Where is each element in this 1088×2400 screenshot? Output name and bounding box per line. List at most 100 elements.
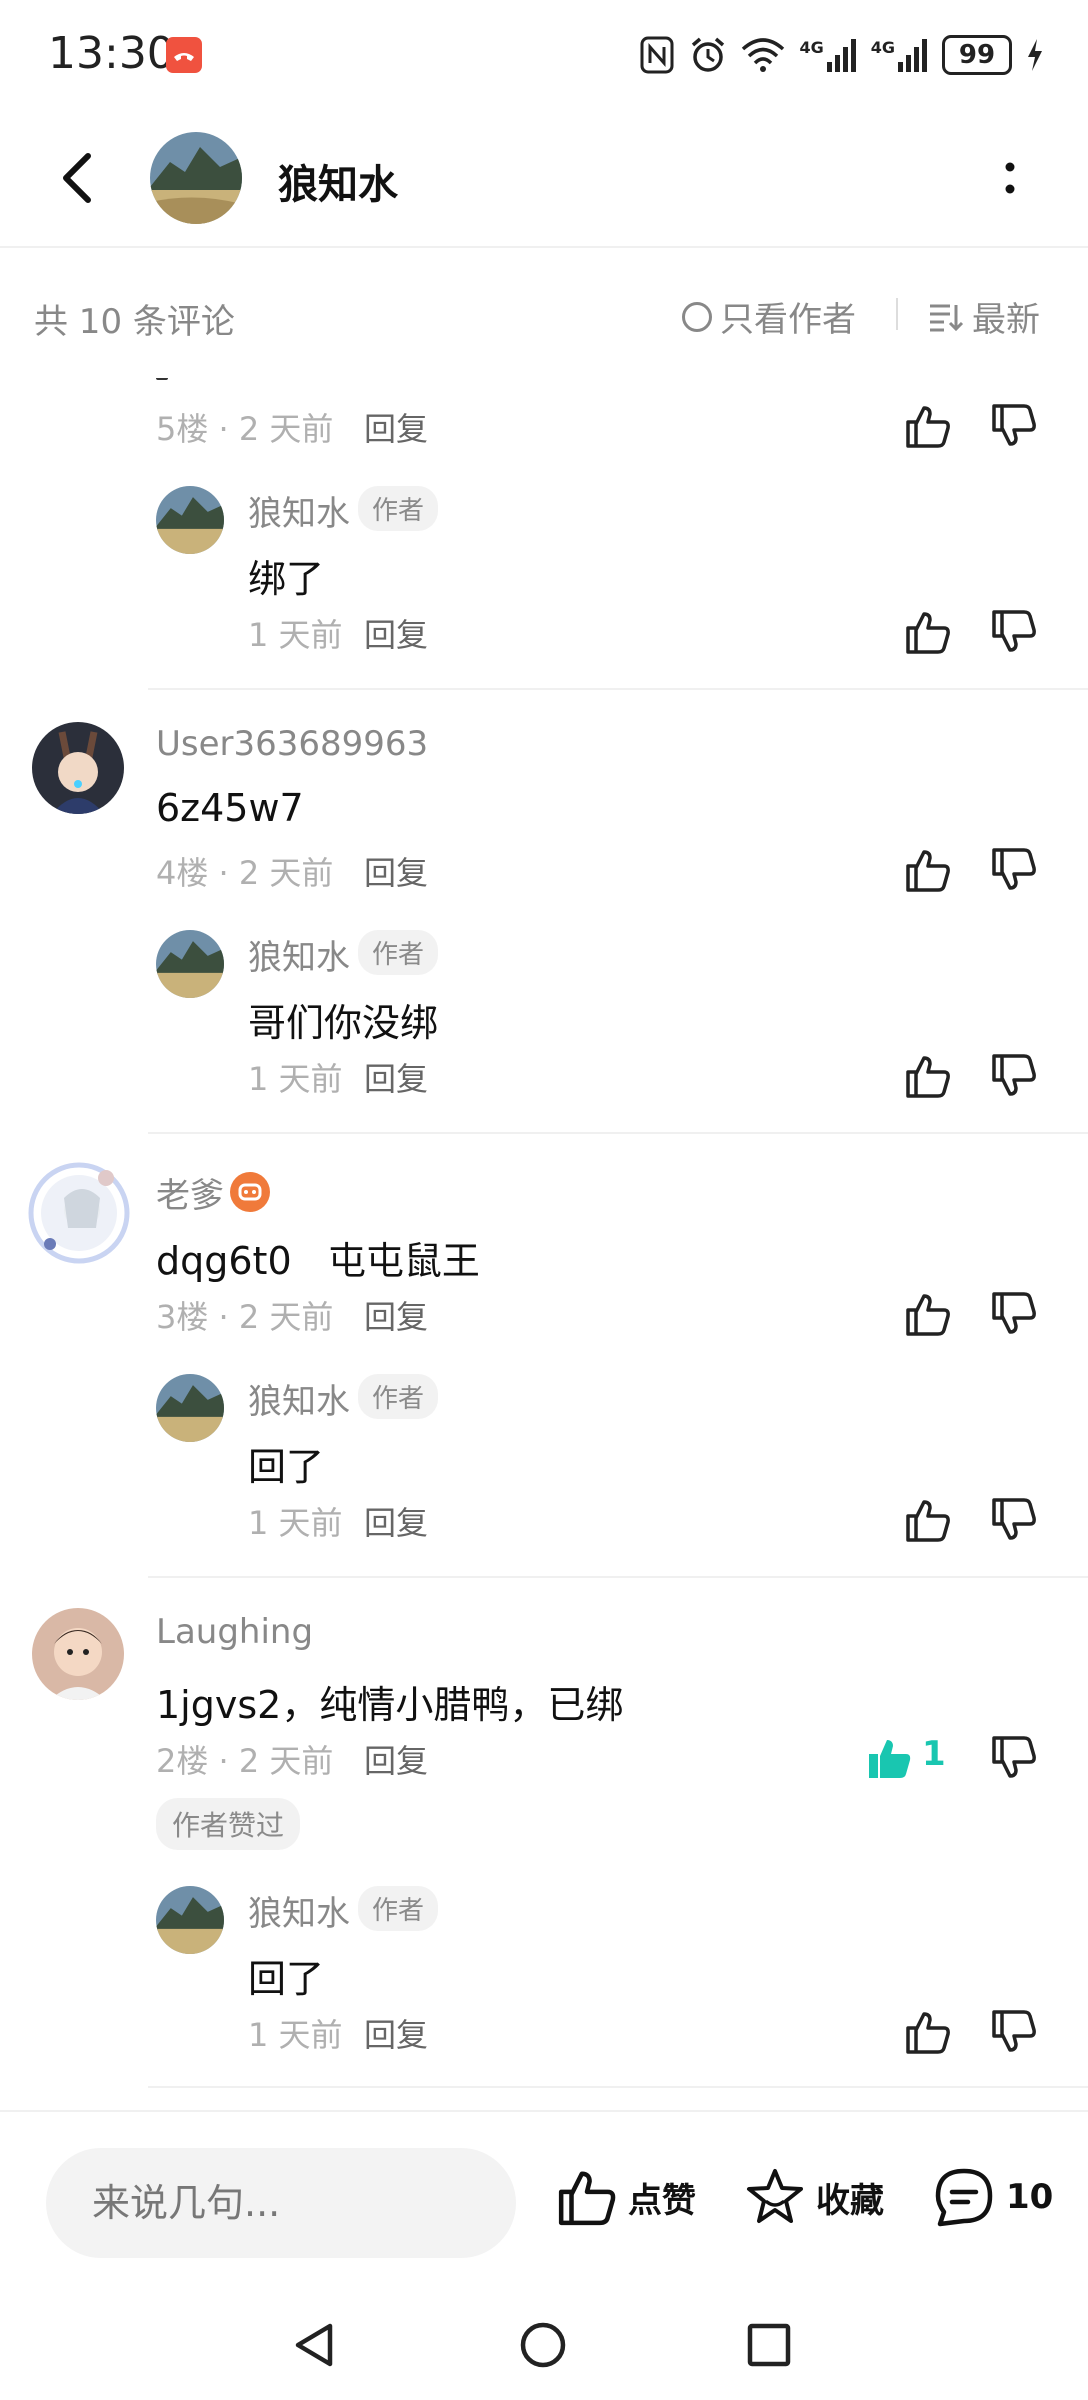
comment-text: 6z45w7	[156, 786, 304, 830]
commenter-name[interactable]: Laughing	[156, 1612, 313, 1652]
comment-meta: 5楼 · 2 天前	[156, 410, 334, 448]
reply-avatar[interactable]	[156, 930, 224, 998]
system-nav-bar	[0, 2290, 1088, 2400]
author-tag: 作者	[358, 930, 439, 975]
comment-meta: 3楼 · 2 天前	[156, 1298, 334, 1336]
reply-time: 1 天前	[248, 1504, 343, 1542]
thumb-down-icon	[992, 2010, 1036, 2052]
commenter-name[interactable]: 老爹	[156, 1168, 224, 1217]
reply-button[interactable]: 回复	[364, 2010, 428, 2056]
comment-filter-bar: 共 10 条评论 只看作者 最新	[0, 248, 1088, 378]
alarm-icon	[692, 37, 725, 72]
signal-bars-icon	[826, 39, 856, 72]
author-avatar[interactable]	[150, 132, 242, 224]
reply-avatar[interactable]	[156, 1886, 224, 1954]
dislike-button[interactable]	[990, 846, 1038, 894]
dislike-button[interactable]	[990, 608, 1038, 656]
comment-input[interactable]: 来说几句...	[46, 2148, 516, 2258]
author-only-label: 只看作者	[720, 300, 856, 340]
status-icons: 4G 4G 99	[639, 30, 1044, 80]
reply-button[interactable]: 回复	[364, 848, 428, 894]
comment-divider	[148, 2086, 1088, 2088]
reply-avatar[interactable]	[156, 486, 224, 554]
like-post-button[interactable]: 点赞	[556, 2166, 696, 2228]
back-button[interactable]	[50, 148, 110, 208]
dislike-button[interactable]	[990, 1496, 1038, 1544]
comment-meta: 2楼 · 2 天前	[156, 1742, 334, 1780]
like-button[interactable]	[904, 2008, 952, 2056]
like-button-active[interactable]	[866, 1734, 914, 1782]
dislike-button[interactable]	[990, 1052, 1038, 1100]
author-tag: 作者	[358, 486, 439, 531]
bottom-action-bar: 来说几句... 点赞 收藏 10	[0, 2110, 1088, 2292]
reply-avatar[interactable]	[156, 1374, 224, 1442]
like-button[interactable]	[904, 402, 952, 450]
signal-2: 4G	[871, 38, 928, 72]
nav-back-icon	[295, 2323, 333, 2367]
reply-button[interactable]: 回复	[364, 610, 428, 656]
comment-list[interactable]: 5楼 · 2 天前 回复 狼知水 作者 绑了 1 天前 回复 User36368…	[0, 378, 1088, 2110]
reply-time: 1 天前	[248, 2016, 343, 2054]
header-title: 狼知水	[278, 162, 398, 208]
thumb-up-icon	[906, 1294, 950, 1336]
commenter-avatar[interactable]	[32, 722, 124, 814]
like-label: 点赞	[628, 2180, 696, 2221]
commenter-name[interactable]: User363689963	[156, 724, 428, 764]
reply-author-name[interactable]: 狼知水	[248, 930, 350, 979]
thumb-up-icon	[906, 406, 950, 448]
signal-bars-icon	[898, 39, 927, 72]
reply-text: 绑了	[248, 557, 325, 601]
nav-recents-icon	[747, 2323, 791, 2367]
like-count: 1	[922, 1734, 946, 1774]
thumb-down-icon	[992, 404, 1036, 446]
comment-count: 10	[1006, 2177, 1054, 2217]
favorite-button[interactable]: 收藏	[744, 2166, 884, 2228]
reply-button[interactable]: 回复	[364, 1736, 428, 1782]
favorite-label: 收藏	[816, 2180, 884, 2221]
comments-button[interactable]: 10	[932, 2166, 1053, 2228]
comment-text: 1jgvs2，纯情小腊鸭，已绑	[156, 1683, 624, 1727]
wifi-icon	[742, 38, 785, 72]
comment-divider	[148, 688, 1088, 690]
reply-time: 1 天前	[248, 1060, 343, 1098]
like-button[interactable]	[904, 1496, 952, 1544]
sort-button[interactable]: 最新	[928, 292, 1040, 341]
comment-text: dqg6t0 屯屯鼠王	[156, 1239, 480, 1283]
commenter-avatar[interactable]	[32, 1608, 124, 1700]
reply-button[interactable]: 回复	[364, 404, 428, 450]
cutoff-text	[156, 378, 396, 384]
top-header: 狼知水	[0, 110, 1088, 248]
dislike-button[interactable]	[990, 1734, 1038, 1782]
thumb-up-icon	[906, 850, 950, 892]
like-button[interactable]	[904, 1052, 952, 1100]
nav-back-button[interactable]	[290, 2320, 340, 2370]
star-icon	[747, 2169, 803, 2223]
reply-button[interactable]: 回复	[364, 1054, 428, 1100]
thumb-down-icon	[992, 1054, 1036, 1096]
commenter-avatar[interactable]	[24, 1158, 134, 1268]
dislike-button[interactable]	[990, 1290, 1038, 1338]
like-button[interactable]	[904, 846, 952, 894]
like-button[interactable]	[904, 1290, 952, 1338]
reply-button[interactable]: 回复	[364, 1498, 428, 1544]
reply-author-name[interactable]: 狼知水	[248, 486, 350, 535]
thumb-up-icon	[906, 1056, 950, 1098]
reply-button[interactable]: 回复	[364, 1292, 428, 1338]
nfc-icon	[640, 36, 674, 74]
dislike-button[interactable]	[990, 402, 1038, 450]
reply-text: 回了	[248, 1445, 325, 1489]
like-button[interactable]	[904, 608, 952, 656]
thumb-up-filled-icon	[869, 1740, 911, 1778]
comment-count-label: 共 10 条评论	[34, 302, 235, 342]
reply-author-name[interactable]: 狼知水	[248, 1374, 350, 1423]
thumb-down-icon	[992, 1736, 1036, 1778]
reply-text: 哥们你没绑	[248, 1001, 439, 1045]
divider	[896, 298, 898, 330]
dislike-button[interactable]	[990, 2008, 1038, 2056]
author-only-toggle[interactable]: 只看作者	[682, 292, 856, 341]
reply-author-name[interactable]: 狼知水	[248, 1886, 350, 1935]
call-status-icon	[166, 37, 202, 73]
nav-home-button[interactable]	[518, 2320, 568, 2370]
nav-recents-button[interactable]	[744, 2320, 794, 2370]
more-button[interactable]	[990, 148, 1030, 208]
